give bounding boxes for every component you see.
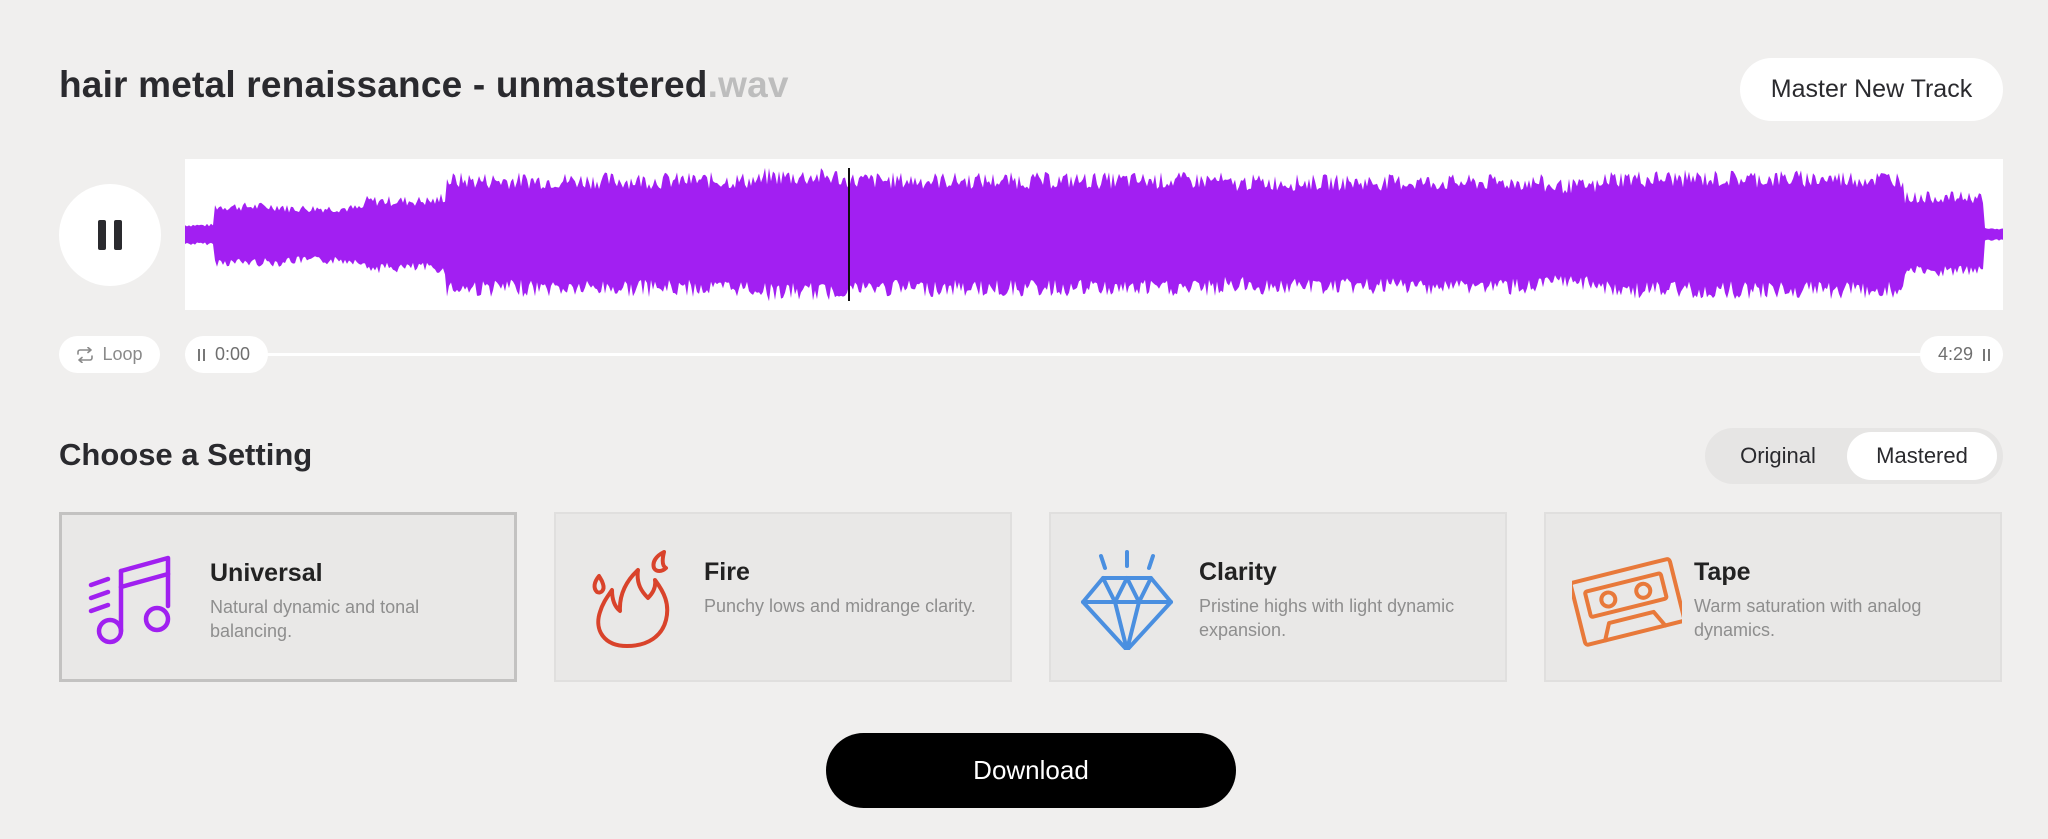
setting-card-clarity[interactable]: Clarity Pristine highs with light dynami…	[1049, 512, 1507, 682]
progress-track[interactable]	[185, 353, 2003, 356]
waveform[interactable]	[185, 159, 2003, 310]
drag-handle-icon	[1983, 348, 1990, 361]
setting-name: Clarity	[1199, 558, 1277, 586]
track-extension: .wav	[707, 64, 789, 105]
flame-icon	[592, 550, 670, 648]
loop-icon	[77, 346, 94, 363]
download-button[interactable]: Download	[826, 733, 1236, 808]
original-mastered-toggle[interactable]: Original Mastered	[1705, 428, 2003, 484]
setting-name: Fire	[704, 558, 750, 586]
setting-card-tape[interactable]: Tape Warm saturation with analog dynamic…	[1544, 512, 2002, 682]
waveform-shape	[185, 167, 2003, 302]
setting-description: Natural dynamic and tonal balancing.	[210, 597, 420, 641]
mastered-option[interactable]: Mastered	[1847, 432, 1997, 480]
loop-toggle[interactable]: Loop	[59, 336, 160, 373]
cassette-icon	[1572, 557, 1682, 647]
setting-description: Warm saturation with analog dynamics.	[1694, 596, 1922, 640]
pause-icon	[98, 220, 122, 250]
setting-description: Pristine highs with light dynamic expans…	[1199, 596, 1455, 640]
track-name: hair metal renaissance - unmastered	[59, 64, 708, 105]
setting-name: Tape	[1694, 558, 1751, 586]
drag-handle-icon	[198, 348, 205, 361]
total-time: 4:29	[1937, 344, 1973, 364]
section-title: Choose a Setting	[59, 437, 313, 472]
start-marker[interactable]: 0:00	[185, 336, 268, 373]
loop-label: Loop	[102, 344, 143, 364]
setting-card-fire[interactable]: Fire Punchy lows and midrange clarity.	[554, 512, 1012, 682]
setting-card-universal[interactable]: Universal Natural dynamic and tonal bala…	[59, 512, 517, 682]
current-time: 0:00	[215, 344, 251, 364]
setting-name: Universal	[210, 559, 323, 587]
music-note-icon	[88, 555, 171, 645]
pause-button[interactable]	[59, 184, 161, 286]
original-option[interactable]: Original	[1709, 432, 1847, 480]
end-marker[interactable]: 4:29	[1920, 336, 2003, 373]
setting-description: Punchy lows and midrange clarity.	[704, 596, 976, 616]
master-new-track-button[interactable]: Master New Track	[1740, 58, 2003, 121]
waveform-graphic	[185, 167, 2003, 302]
diamond-icon	[1081, 550, 1173, 650]
track-title: hair metal renaissance - unmastered.wav	[59, 64, 789, 106]
